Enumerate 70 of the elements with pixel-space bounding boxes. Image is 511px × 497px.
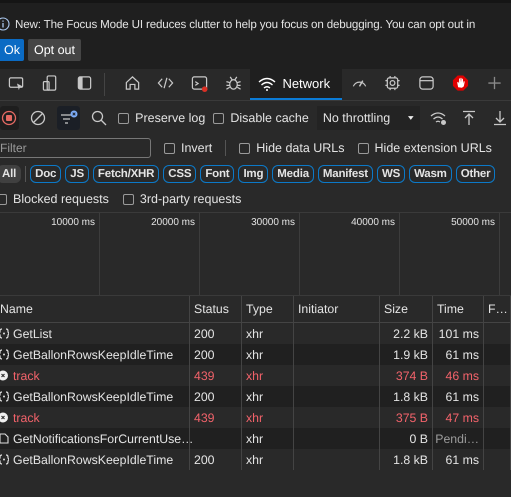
request-name[interactable]: GetNotificationsForCurrentUse… [13,432,194,446]
time-cell: 61 ms [433,449,484,470]
type-cell: xhr [242,407,294,428]
status-cell: 200 [190,323,242,344]
timeline-tick-label: 50000 ms [451,217,495,228]
type-filter-chip[interactable]: Doc [30,165,62,183]
request-name[interactable]: GetBallonRowsKeepIdleTime [13,348,174,362]
request-name[interactable]: track [13,368,40,382]
size-cell: 2.2 kB [380,323,433,344]
column-header[interactable]: Type [242,296,294,322]
type-cell: xhr [242,449,294,470]
checkbox[interactable]: 3rd-party requests [122,192,242,206]
column-header[interactable]: Status [190,296,242,322]
caret-icon [408,115,414,121]
request-name[interactable]: GetBallonRowsKeepIdleTime [13,452,174,466]
column-header[interactable]: F… [484,296,511,322]
type-filter-chip[interactable]: Font [200,165,234,183]
type-filter-chip[interactable]: All [0,165,22,183]
banner-message: New: The Focus Mode UI reduces clutter to help you focus on debugging. You can opt out in [15,18,476,30]
request-name[interactable]: track [13,410,40,424]
checkbox[interactable]: Hide extension URLs [358,141,492,155]
checkbox[interactable]: Invert [164,141,212,155]
type-filter-chip[interactable]: Img [238,165,268,183]
ok-button[interactable]: Ok [0,39,24,61]
filter-icon[interactable] [57,106,80,130]
info-icon [0,17,10,31]
size-cell: 374 B [380,365,433,386]
column-header[interactable]: Name [0,296,190,322]
checkbox[interactable]: Disable cache [213,111,309,125]
network-tab[interactable]: Network [250,69,342,100]
request-name[interactable]: GetBallonRowsKeepIdleTime [13,390,174,404]
checkbox[interactable]: Blocked requests [0,192,109,206]
type-filter-chip[interactable]: WS [376,165,406,183]
type-filter-chip[interactable]: Wasm [409,165,452,183]
column-header[interactable]: Initiator [294,296,380,322]
type-cell: xhr [242,323,294,344]
time-cell: 101 ms [433,323,484,344]
type-filter-chip[interactable]: Media [272,165,314,183]
column-header[interactable]: Time [433,296,484,322]
throttling-dropdown[interactable]: No throttling [316,106,420,130]
request-name[interactable]: GetList [13,326,52,340]
xhr-icon [0,454,9,465]
checkbox[interactable]: Hide data URLs [239,141,345,155]
type-filter-chip[interactable]: Fetch/XHR [92,165,160,183]
status-cell: 439 [190,365,242,386]
timeline-tick-label: 40000 ms [351,217,395,228]
type-cell: xhr [242,365,294,386]
xhr-icon [0,328,9,339]
timeline-tick-label: 10000 ms [51,217,95,228]
document-icon [0,433,9,444]
status-cell: 439 [190,407,242,428]
record-button[interactable] [0,106,19,130]
type-filter-chip[interactable]: CSS [163,165,196,183]
checkbox[interactable]: Preserve log [118,111,206,125]
time-cell: 46 ms [433,365,484,386]
opt-out-button[interactable]: Opt out [28,39,81,61]
xhr-icon [0,349,9,360]
time-cell: 47 ms [433,407,484,428]
type-filter-chip[interactable]: Other [456,165,496,183]
timeline-tick-label: 30000 ms [251,217,295,228]
size-cell: 375 B [380,407,433,428]
timeline-tick-label: 20000 ms [151,217,195,228]
column-header[interactable]: Size [380,296,433,322]
filter-field[interactable]: Filter [0,138,151,158]
wifi-icon [258,76,276,90]
type-filter-chip[interactable]: JS [65,165,89,183]
type-filter-chip[interactable]: Manifest [318,165,373,183]
status-cell: 200 [190,449,242,470]
size-cell: 1.8 kB [380,449,433,470]
xhr-icon [0,391,9,402]
